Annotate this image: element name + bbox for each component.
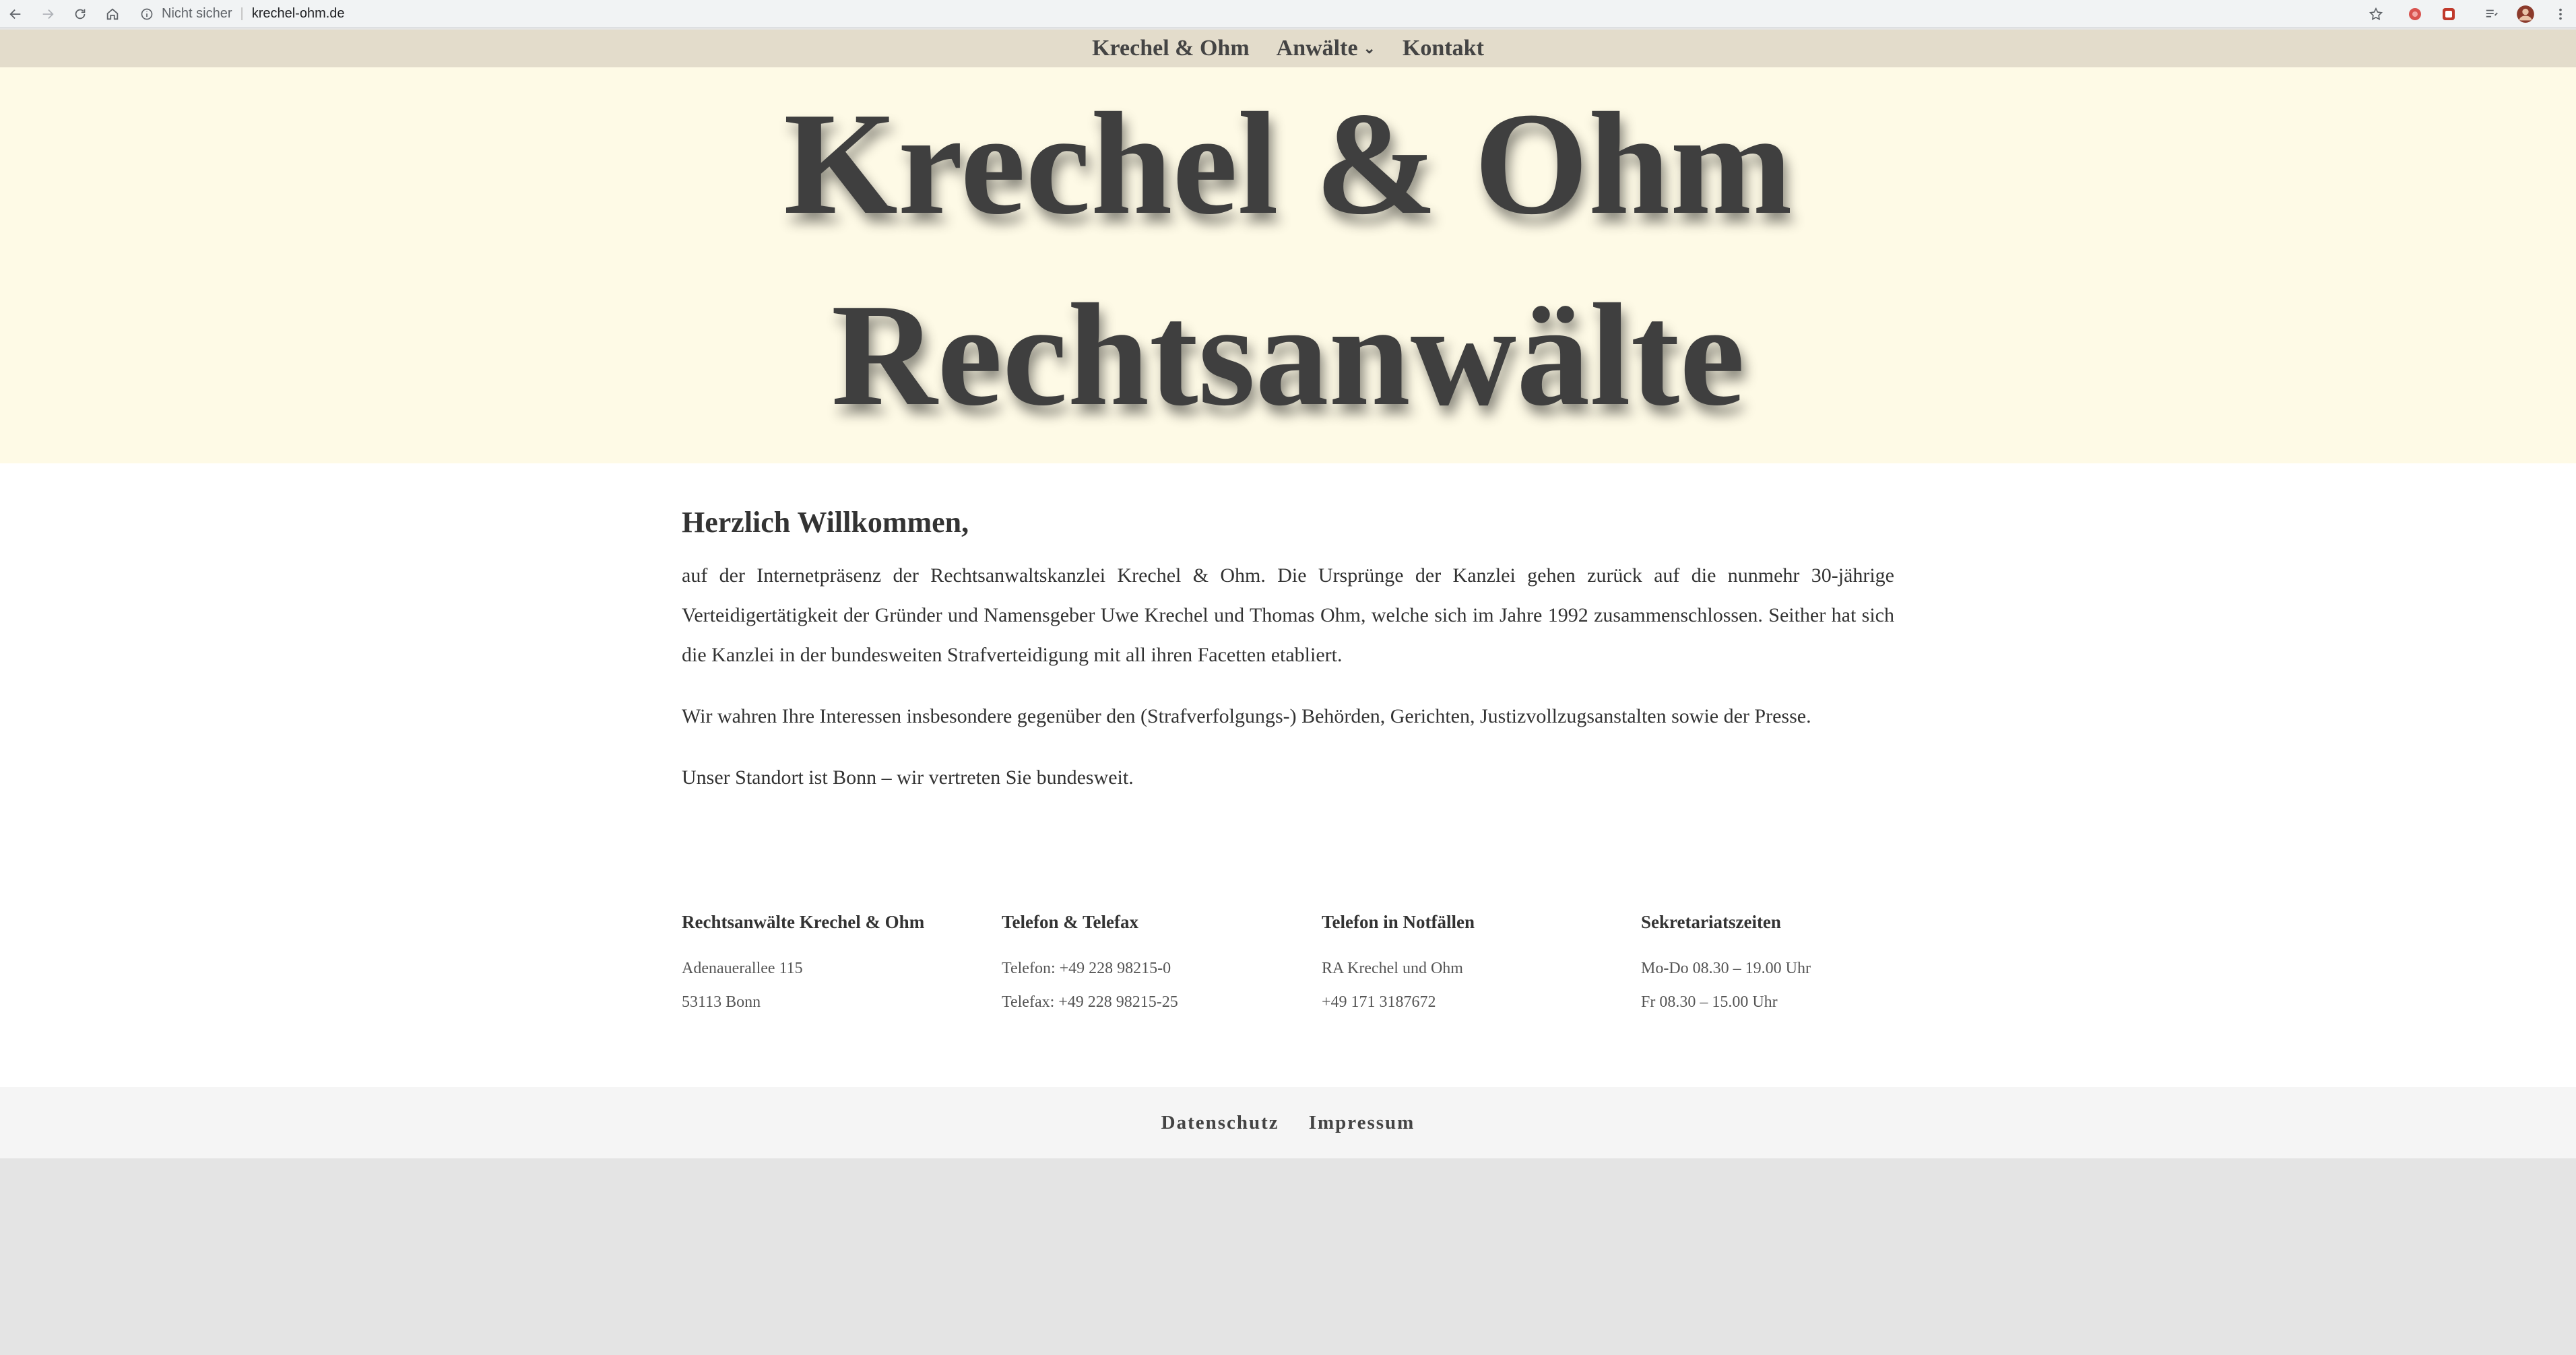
column-title: Sekretariatszeiten (1641, 912, 1781, 932)
column-line: Adenauerallee 115 (682, 960, 803, 977)
forward-arrow-icon[interactable] (38, 4, 58, 24)
extension-red-icon[interactable] (2405, 4, 2425, 24)
column-line: Telefax: +49 228 98215-25 (1002, 993, 1178, 1011)
column-title: Telefon in Notfällen (1322, 912, 1475, 932)
column-title: Telefon & Telefax (1002, 912, 1139, 932)
phone-column: Telefon & Telefax Telefon: +49 228 98215… (1002, 912, 1298, 1019)
article-paragraph: Unser Standort ist Bonn – wir vertreten … (682, 766, 1134, 789)
address-bar[interactable]: Nicht sicher | krechel-ohm.de (140, 3, 345, 25)
column-title: Rechtsanwälte Krechel & Ohm (682, 912, 925, 932)
hero-title-line-2: Rechtsanwälte (831, 274, 1745, 436)
info-icon[interactable] (140, 7, 154, 21)
emergency-column: Telefon in Notfällen RA Krechel und Ohm … (1322, 912, 1618, 1019)
hero-title-line-1: Krechel & Ohm (783, 83, 1793, 245)
browser-menu-icon[interactable] (2550, 4, 2571, 24)
profile-avatar-icon[interactable] (2515, 4, 2536, 24)
column-line: +49 171 3187672 (1322, 993, 1436, 1011)
column-line: Telefon: +49 228 98215-0 (1002, 960, 1171, 977)
office-hours-column: Sekretariatszeiten Mo-Do 08.30 – 19.00 U… (1641, 912, 1937, 1019)
column-line: 53113 Bonn (682, 993, 761, 1011)
datenschutz-link[interactable]: Datenschutz (1161, 1112, 1279, 1134)
bottom-footer: Datenschutz Impressum (0, 1087, 2576, 1158)
security-label: Nicht sicher (162, 6, 232, 21)
back-arrow-icon[interactable] (5, 4, 26, 24)
article-paragraph: Wir wahren Ihre Interessen insbesondere … (682, 705, 1811, 727)
nav-item-anwaelte[interactable]: Anwälte ⌄ (1277, 36, 1376, 61)
impressum-link[interactable]: Impressum (1309, 1112, 1415, 1134)
main-content: Herzlich Willkommen, auf der Internetprä… (0, 463, 2576, 1087)
hero-banner: Krechel & Ohm Rechtsanwälte (0, 67, 2576, 463)
home-icon[interactable] (102, 4, 123, 24)
reload-icon[interactable] (70, 4, 90, 24)
extension-badge-icon[interactable] (2439, 4, 2459, 24)
nav-item-kontakt[interactable]: Kontakt (1403, 36, 1484, 61)
chevron-down-icon: ⌄ (1363, 40, 1376, 57)
welcome-article: Herzlich Willkommen, auf der Internetprä… (682, 505, 1894, 819)
welcome-heading: Herzlich Willkommen, (682, 506, 969, 539)
column-line: Fr 08.30 – 15.00 Uhr (1641, 993, 1778, 1011)
address-separator: | (240, 6, 244, 21)
site-navigation: Krechel & Ohm Anwälte ⌄ Kontakt (0, 30, 2576, 67)
nav-item-anwaelte-label: Anwälte (1276, 36, 1358, 61)
article-paragraph: auf der Internetpräsenz der Rechtsanwalt… (682, 564, 1894, 666)
browser-toolbar: Nicht sicher | krechel-ohm.de (0, 0, 2576, 28)
column-line: RA Krechel und Ohm (1322, 960, 1463, 977)
reading-list-icon[interactable] (2482, 4, 2502, 24)
url-text: krechel-ohm.de (251, 6, 345, 21)
address-column: Rechtsanwälte Krechel & Ohm Adenaueralle… (682, 912, 978, 1019)
nav-item-home[interactable]: Krechel & Ohm (1092, 36, 1250, 61)
column-line: Mo-Do 08.30 – 19.00 Uhr (1641, 960, 1811, 977)
bookmark-star-icon[interactable] (2366, 4, 2386, 24)
